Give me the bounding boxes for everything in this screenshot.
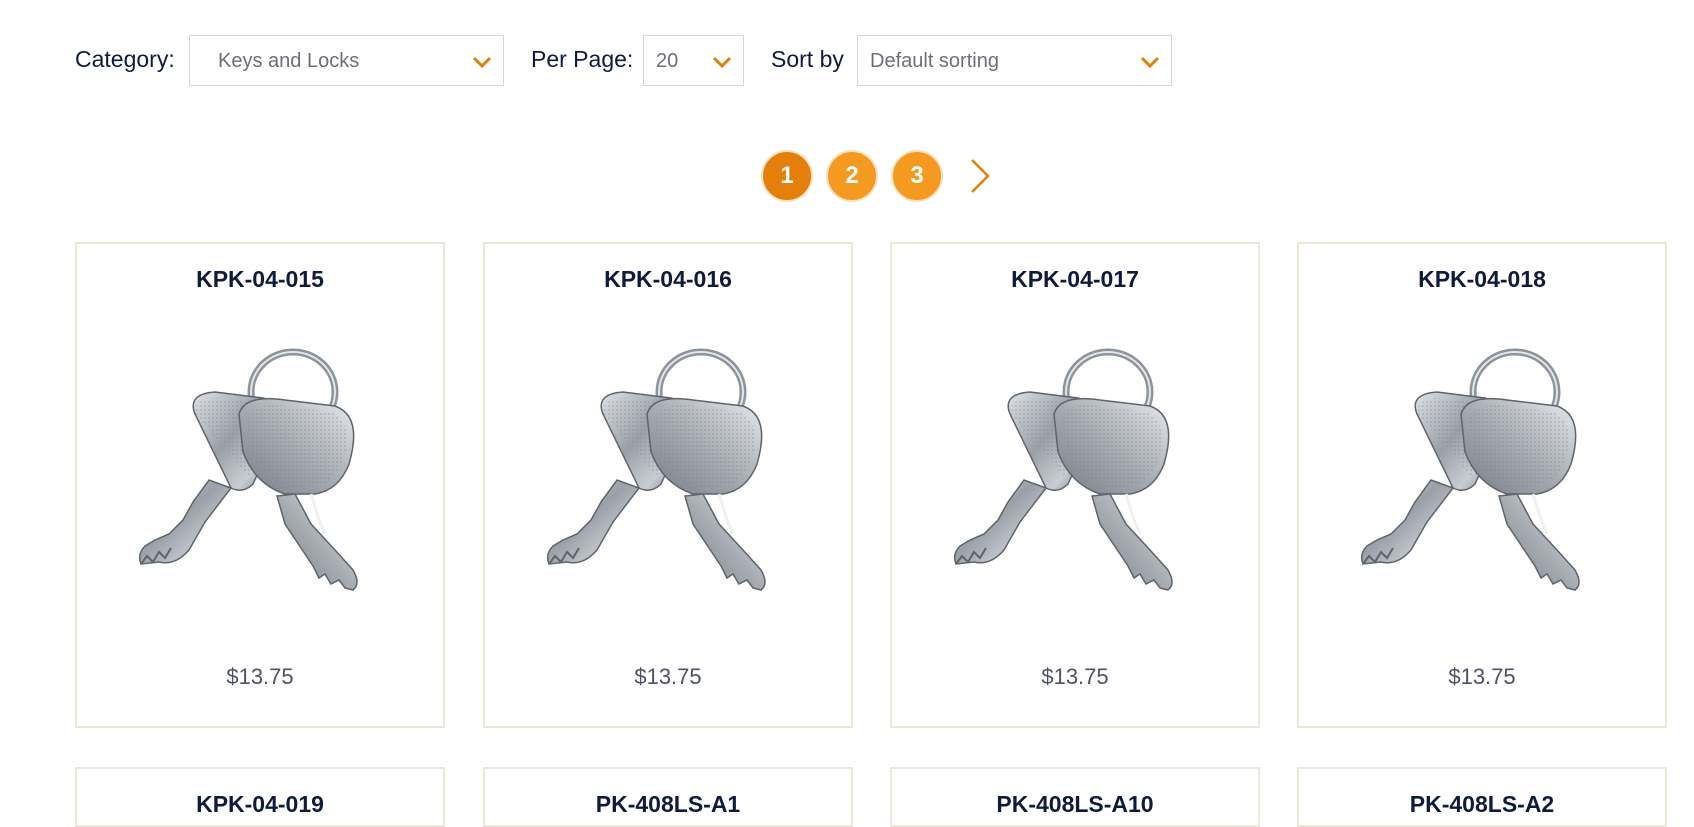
chevron-down-icon [712, 56, 732, 69]
product-card[interactable]: KPK-04-018 $13.75 [1297, 242, 1667, 728]
product-price: $13.75 [226, 664, 294, 689]
product-card[interactable]: PK-408LS-A10 [890, 767, 1260, 827]
product-card[interactable]: PK-408LS-A1 [483, 767, 853, 827]
perpage-label: Per Page: [531, 46, 634, 72]
product-sku[interactable]: PK-408LS-A1 [485, 791, 851, 818]
product-sku[interactable]: KPK-04-018 [1299, 266, 1665, 293]
pagination: 1 2 3 [0, 150, 1694, 202]
perpage-select-value: 20 [656, 50, 679, 72]
sort-select-value: Default sorting [870, 50, 999, 72]
product-card[interactable]: KPK-04-015 $13.75 [75, 242, 445, 728]
chevron-right-icon[interactable] [964, 156, 994, 196]
key-pair-image[interactable] [1357, 344, 1613, 596]
product-sku[interactable]: KPK-04-019 [77, 791, 443, 818]
key-pair-image[interactable] [543, 344, 799, 596]
product-price: $13.75 [1041, 664, 1109, 689]
filter-bar: Category: Keys and Locks Per Page: 20 So… [0, 0, 1694, 120]
chevron-down-icon [1140, 56, 1160, 69]
product-sku[interactable]: PK-408LS-A2 [1299, 791, 1665, 818]
product-price: $13.75 [1448, 664, 1516, 689]
page-button-3[interactable]: 3 [891, 150, 943, 202]
product-price: $13.75 [634, 664, 702, 689]
product-card[interactable]: PK-408LS-A2 [1297, 767, 1667, 827]
chevron-down-icon [472, 56, 492, 69]
product-sku[interactable]: KPK-04-015 [77, 266, 443, 293]
key-pair-image[interactable] [950, 344, 1206, 596]
product-sku[interactable]: KPK-04-016 [485, 266, 851, 293]
page-button-2[interactable]: 2 [826, 150, 878, 202]
product-card[interactable]: KPK-04-019 [75, 767, 445, 827]
sort-label: Sort by [771, 46, 844, 72]
page-button-1[interactable]: 1 [761, 150, 813, 202]
perpage-select[interactable]: 20 [643, 35, 744, 86]
product-sku[interactable]: KPK-04-017 [892, 266, 1258, 293]
category-label: Category: [75, 46, 175, 72]
product-sku[interactable]: PK-408LS-A10 [892, 791, 1258, 818]
product-card[interactable]: KPK-04-017 $13.75 [890, 242, 1260, 728]
category-select-value: Keys and Locks [218, 50, 360, 72]
category-select[interactable]: Keys and Locks [189, 35, 504, 86]
product-card[interactable]: KPK-04-016 $13.75 [483, 242, 853, 728]
key-pair-image[interactable] [135, 344, 391, 596]
sort-select[interactable]: Default sorting [857, 35, 1172, 86]
